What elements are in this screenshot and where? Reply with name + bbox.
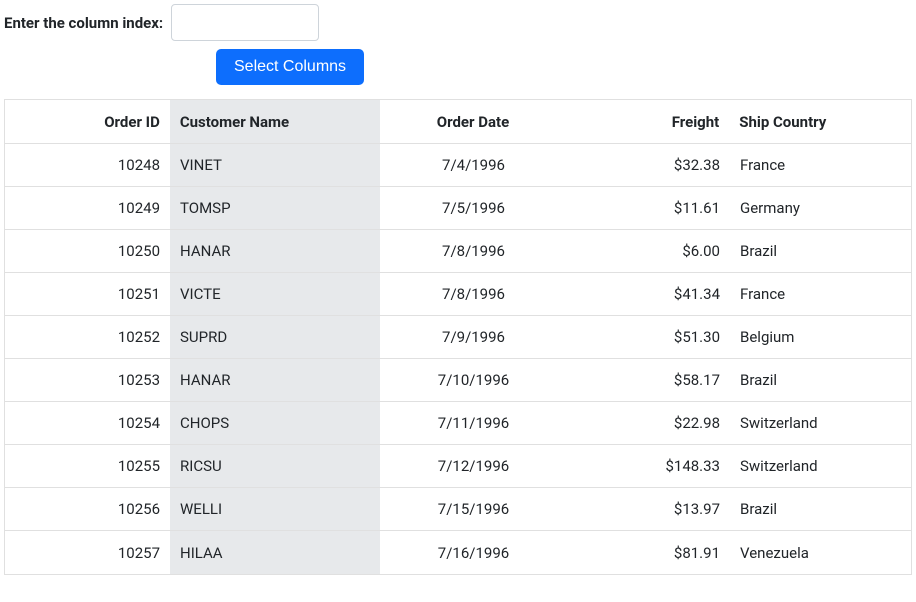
cell-customer: HANAR — [170, 359, 380, 401]
table-row[interactable]: 10257HILAA7/16/1996$81.91Venezuela — [5, 531, 911, 574]
cell-date: 7/8/1996 — [380, 230, 567, 272]
cell-customer: SUPRD — [170, 316, 380, 358]
column-index-input[interactable] — [171, 4, 319, 41]
cell-freight: $32.38 — [567, 144, 730, 186]
cell-country: Venezuela — [730, 531, 895, 574]
cell-customer: RICSU — [170, 445, 380, 487]
cell-customer: TOMSP — [170, 187, 380, 229]
cell-orderid: 10251 — [5, 273, 170, 315]
cell-freight: $13.97 — [567, 488, 730, 530]
column-header-freight[interactable]: Freight — [566, 100, 729, 143]
cell-freight: $51.30 — [567, 316, 730, 358]
grid-body-scroll[interactable]: 10248VINET7/4/1996$32.38France10249TOMSP… — [5, 144, 911, 574]
cell-freight: $81.91 — [567, 531, 730, 574]
cell-freight: $58.17 — [567, 359, 730, 401]
data-grid: Order IDCustomer NameOrder DateFreightSh… — [4, 99, 912, 575]
table-row[interactable]: 10256WELLI7/15/1996$13.97Brazil — [5, 488, 911, 531]
table-row[interactable]: 10251VICTE7/8/1996$41.34France — [5, 273, 911, 316]
cell-orderid: 10257 — [5, 531, 170, 574]
cell-date: 7/10/1996 — [380, 359, 567, 401]
cell-freight: $11.61 — [567, 187, 730, 229]
cell-orderid: 10253 — [5, 359, 170, 401]
cell-customer: HILAA — [170, 531, 380, 574]
cell-orderid: 10256 — [5, 488, 170, 530]
cell-date: 7/4/1996 — [380, 144, 567, 186]
cell-country: Brazil — [730, 488, 895, 530]
select-columns-button[interactable]: Select Columns — [216, 49, 364, 85]
table-row[interactable]: 10252SUPRD7/9/1996$51.30Belgium — [5, 316, 911, 359]
cell-freight: $41.34 — [567, 273, 730, 315]
cell-country: Germany — [730, 187, 895, 229]
table-row[interactable]: 10250HANAR7/8/1996$6.00Brazil — [5, 230, 911, 273]
cell-freight: $22.98 — [567, 402, 730, 444]
table-row[interactable]: 10254CHOPS7/11/1996$22.98Switzerland — [5, 402, 911, 445]
table-row[interactable]: 10248VINET7/4/1996$32.38France — [5, 144, 911, 187]
grid-header-row: Order IDCustomer NameOrder DateFreightSh… — [5, 100, 911, 144]
cell-country: Brazil — [730, 230, 895, 272]
column-header-date[interactable]: Order Date — [380, 100, 567, 143]
cell-freight: $6.00 — [567, 230, 730, 272]
cell-country: France — [730, 273, 895, 315]
cell-country: Belgium — [730, 316, 895, 358]
button-row: Select Columns — [216, 49, 912, 85]
cell-date: 7/9/1996 — [380, 316, 567, 358]
table-row[interactable]: 10253HANAR7/10/1996$58.17Brazil — [5, 359, 911, 402]
cell-date: 7/11/1996 — [380, 402, 567, 444]
column-header-orderid[interactable]: Order ID — [5, 100, 170, 143]
cell-date: 7/12/1996 — [380, 445, 567, 487]
control-row: Enter the column index: — [4, 4, 912, 41]
cell-customer: CHOPS — [170, 402, 380, 444]
cell-date: 7/15/1996 — [380, 488, 567, 530]
cell-orderid: 10248 — [5, 144, 170, 186]
cell-country: France — [730, 144, 895, 186]
cell-orderid: 10249 — [5, 187, 170, 229]
cell-orderid: 10255 — [5, 445, 170, 487]
cell-customer: HANAR — [170, 230, 380, 272]
cell-orderid: 10254 — [5, 402, 170, 444]
cell-orderid: 10250 — [5, 230, 170, 272]
cell-country: Brazil — [730, 359, 895, 401]
column-index-label: Enter the column index: — [4, 14, 163, 32]
cell-date: 7/8/1996 — [380, 273, 567, 315]
header-scrollbar-filler — [894, 100, 911, 143]
cell-freight: $148.33 — [567, 445, 730, 487]
table-row[interactable]: 10249TOMSP7/5/1996$11.61Germany — [5, 187, 911, 230]
cell-country: Switzerland — [730, 402, 895, 444]
cell-customer: WELLI — [170, 488, 380, 530]
cell-date: 7/5/1996 — [380, 187, 567, 229]
cell-customer: VINET — [170, 144, 380, 186]
column-header-country[interactable]: Ship Country — [729, 100, 894, 143]
cell-customer: VICTE — [170, 273, 380, 315]
cell-country: Switzerland — [730, 445, 895, 487]
table-row[interactable]: 10255RICSU7/12/1996$148.33Switzerland — [5, 445, 911, 488]
column-header-customer[interactable]: Customer Name — [170, 100, 380, 143]
cell-orderid: 10252 — [5, 316, 170, 358]
cell-date: 7/16/1996 — [380, 531, 567, 574]
